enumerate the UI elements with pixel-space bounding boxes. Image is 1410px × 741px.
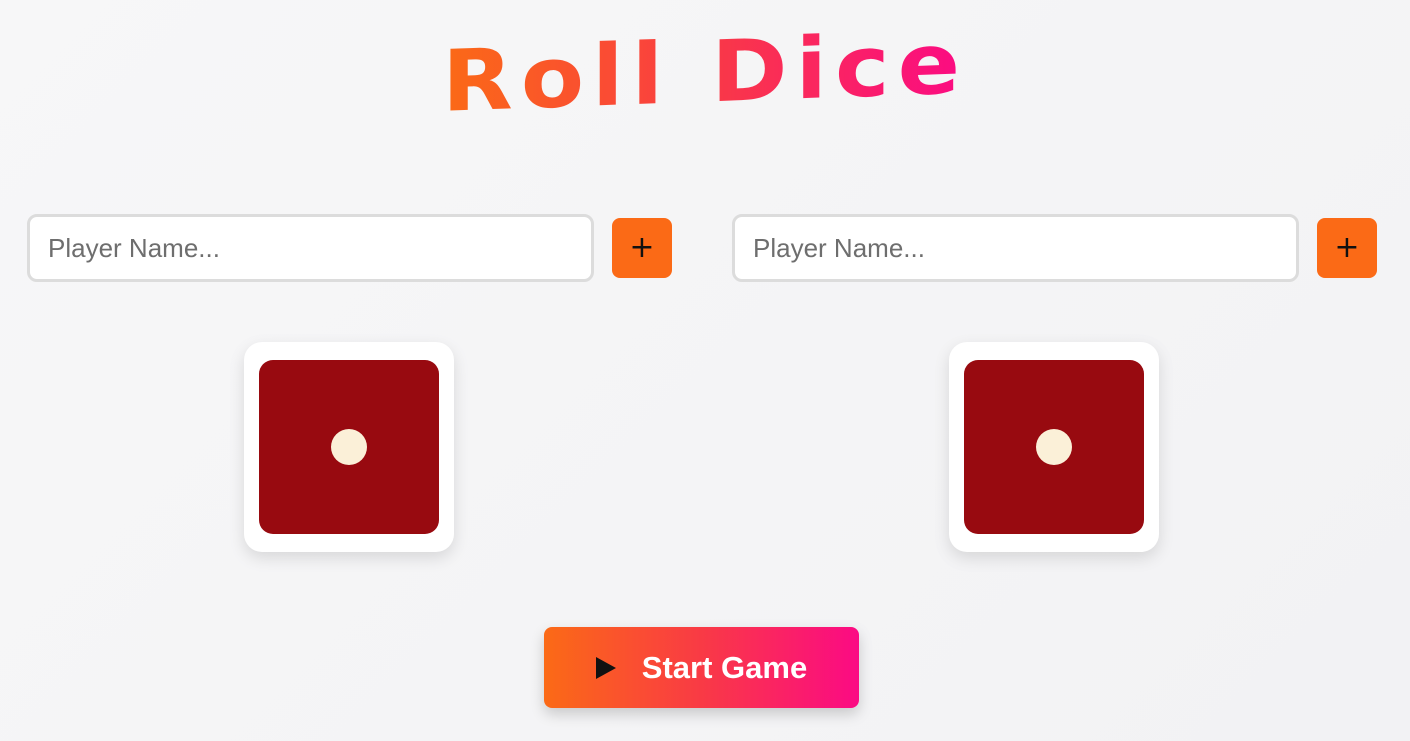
player-1-name-input[interactable] — [27, 214, 594, 282]
play-icon — [595, 656, 616, 679]
player-1-add-button[interactable]: + — [612, 218, 672, 278]
start-game-label: Start Game — [641, 649, 808, 685]
start-game-button[interactable]: Start Game — [544, 627, 859, 708]
die-pip — [1036, 429, 1072, 465]
page-title: Roll Dice — [0, 14, 1410, 131]
player-1-die-card — [244, 342, 454, 552]
title-text: Roll Dice — [442, 14, 968, 131]
player-1-die-face — [259, 360, 439, 534]
player-1-row: + — [27, 214, 672, 282]
player-2-name-input[interactable] — [732, 214, 1299, 282]
player-2-die-face — [964, 360, 1144, 534]
player-2-row: + — [732, 214, 1377, 282]
player-2-add-button[interactable]: + — [1317, 218, 1377, 278]
player-2-die-card — [949, 342, 1159, 552]
die-pip — [331, 429, 367, 465]
